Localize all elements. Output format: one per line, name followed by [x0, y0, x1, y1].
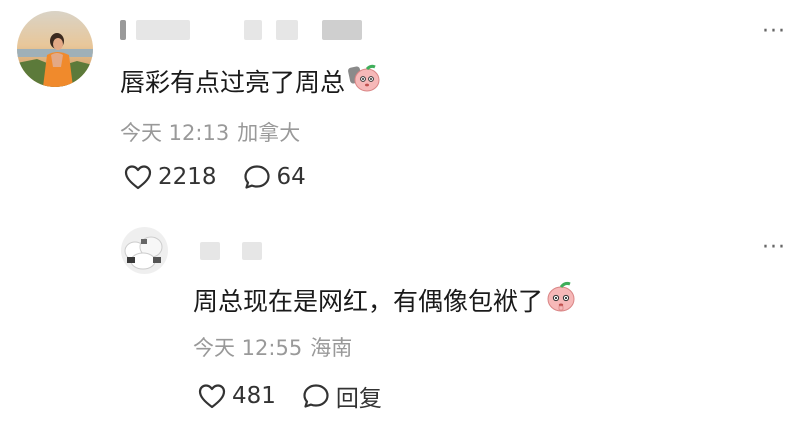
comment-item: ··· 唇彩有点过亮了周总 今天 12:13 加拿大 2218 64 — [0, 0, 806, 214]
reply-count: 64 — [276, 164, 306, 190]
comment-text: 唇彩有点过亮了周总 — [120, 63, 381, 102]
username-redacted[interactable] — [200, 242, 262, 260]
comment-meta: 今天 12:13 加拿大 — [120, 117, 300, 147]
heart-outline-icon — [124, 165, 152, 190]
comment-actions: 2218 64 — [124, 164, 306, 190]
avatar[interactable] — [121, 227, 168, 274]
like-button[interactable]: 481 — [198, 383, 276, 409]
reply-label: 回复 — [335, 386, 382, 412]
timestamp: 今天 12:13 — [120, 121, 230, 145]
more-options-button[interactable]: ··· — [762, 21, 786, 43]
location: 海南 — [310, 336, 353, 360]
peach-emoji-icon — [545, 281, 577, 322]
like-button[interactable]: 2218 — [124, 164, 217, 190]
speech-bubble-icon — [243, 165, 270, 189]
more-dots-icon: ··· — [762, 235, 786, 260]
speech-bubble-icon — [303, 384, 329, 408]
avatar[interactable] — [17, 11, 93, 87]
heart-outline-icon — [198, 384, 226, 409]
more-dots-icon: ··· — [762, 19, 786, 44]
reply-count-button[interactable]: 64 — [243, 164, 306, 190]
location: 加拿大 — [237, 121, 301, 145]
comment-meta: 今天 12:55 海南 — [193, 332, 352, 362]
username-redacted[interactable] — [120, 20, 362, 40]
comment-actions: 481 回复 — [198, 379, 382, 413]
like-count: 2218 — [158, 164, 217, 190]
comment-text: 周总现在是网红，有偶像包袱了 — [193, 281, 577, 322]
like-count: 481 — [232, 383, 276, 409]
more-options-button[interactable]: ··· — [762, 237, 786, 259]
reply-item: ··· 周总现在是网红，有偶像包袱了 今天 12:55 海南 481 回复 — [0, 214, 806, 428]
peach-emoji-icon — [347, 63, 381, 102]
timestamp: 今天 12:55 — [193, 336, 303, 360]
reply-button[interactable]: 回复 — [302, 379, 382, 413]
